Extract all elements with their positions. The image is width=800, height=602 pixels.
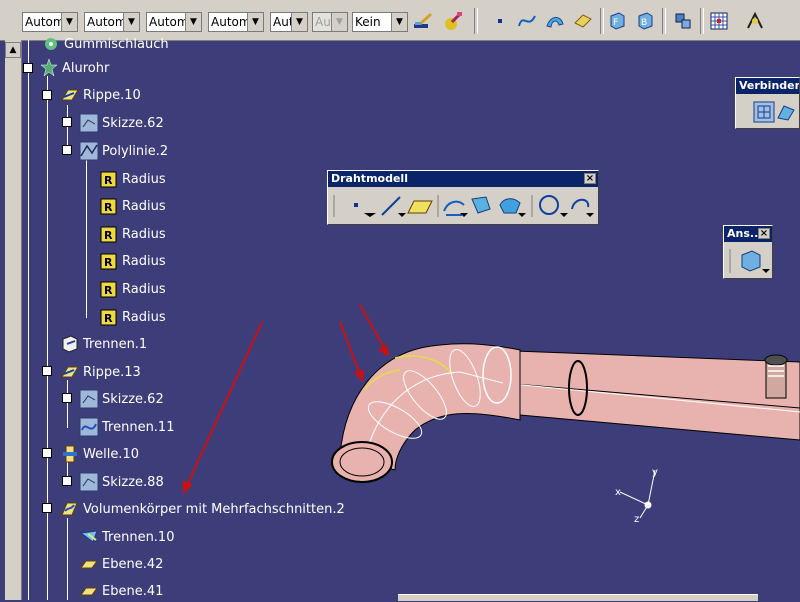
wireframe-tools — [333, 195, 594, 217]
svg-text:z: z — [634, 514, 639, 525]
chevron-down-icon[interactable] — [364, 213, 376, 217]
offset-icon[interactable] — [499, 198, 521, 214]
toolbar-title-text: Drahtmodell — [331, 172, 408, 185]
3d-viewport[interactable]: y x z — [0, 0, 800, 600]
toolbar-title[interactable]: Drahtmodell × — [328, 171, 598, 187]
close-icon[interactable]: × — [758, 228, 770, 239]
point-icon[interactable] — [354, 203, 358, 207]
view-tools — [729, 249, 770, 273]
close-icon[interactable]: × — [584, 173, 596, 184]
plane-icon[interactable] — [407, 200, 433, 214]
line-icon[interactable] — [381, 196, 401, 216]
verbinden-toolbar: Verbinden- — [735, 77, 800, 129]
projection-icon[interactable] — [443, 200, 465, 212]
drahtmodell-toolbar: Drahtmodell × — [327, 170, 599, 225]
cylinder-top — [764, 354, 788, 366]
toolbar-title[interactable]: Ans... × — [724, 226, 772, 242]
chevron-down-icon[interactable] — [398, 213, 406, 217]
axis-triad-icon: y x z — [615, 467, 658, 525]
svg-text:y: y — [652, 467, 658, 478]
intersection-icon[interactable] — [471, 196, 491, 214]
view-cube-icon[interactable] — [741, 250, 761, 272]
svg-text:x: x — [615, 487, 621, 498]
spline-icon[interactable] — [571, 198, 590, 210]
circle-icon[interactable] — [539, 195, 559, 215]
toolbar-title[interactable]: Verbinden- — [736, 78, 799, 94]
ansicht-toolbar: Ans... × — [723, 225, 773, 279]
join-tools-icon[interactable] — [752, 100, 796, 124]
